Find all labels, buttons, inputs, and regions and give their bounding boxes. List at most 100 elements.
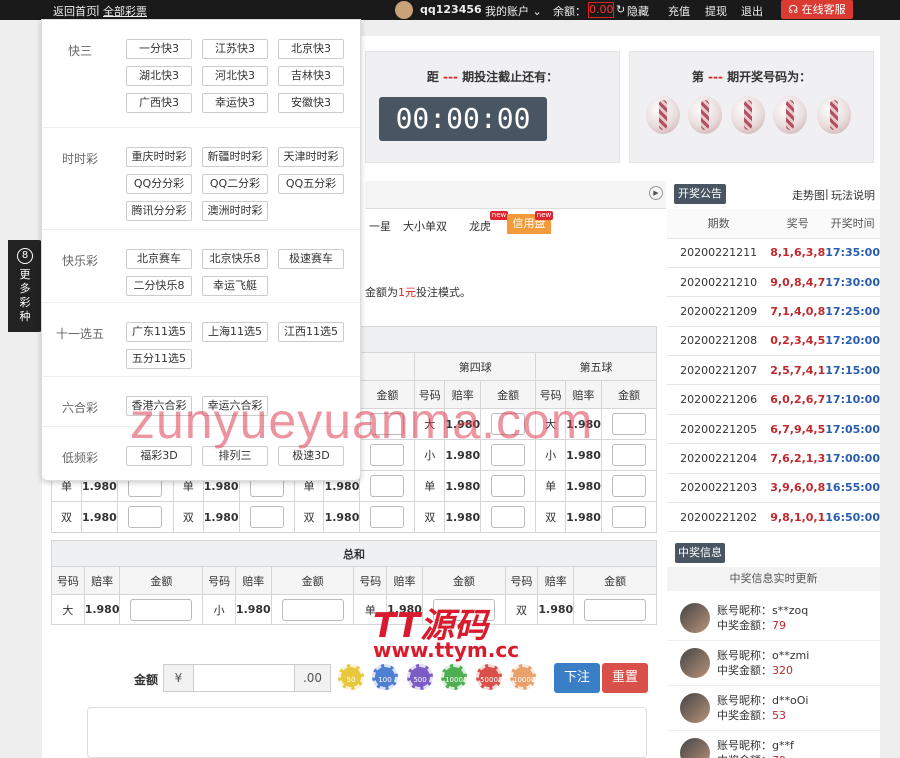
chip-100[interactable]: 100 xyxy=(372,664,398,690)
winner-amount: 53 xyxy=(772,709,786,722)
lottery-game-button[interactable]: 吉林快3 xyxy=(278,66,344,86)
play-circle-icon[interactable]: ▶ xyxy=(649,186,663,200)
lottery-game-button[interactable]: 腾讯分分彩 xyxy=(126,201,192,221)
chip-500[interactable]: 500 xyxy=(407,664,433,690)
amount-input[interactable] xyxy=(195,665,294,691)
hide-balance-button[interactable]: 隐藏 xyxy=(627,3,649,19)
lottery-game-button[interactable]: QQ分分彩 xyxy=(126,174,192,194)
lottery-game-button[interactable]: 天津时时彩 xyxy=(278,147,344,167)
winner-nick-line: 账号昵称：g**f xyxy=(717,737,794,753)
bet-option: 双 xyxy=(535,501,567,533)
chevron-down-icon: ⌄ xyxy=(532,5,542,18)
bet-amount-input[interactable] xyxy=(128,506,163,528)
tab-big-small-odd-even[interactable]: 大小单双 xyxy=(403,218,447,234)
lottery-game-button[interactable]: QQ二分彩 xyxy=(202,174,268,194)
odds-value: 1.980 xyxy=(202,501,240,533)
col-odds: 赔率 xyxy=(537,566,575,595)
bet-amount-input[interactable] xyxy=(491,475,526,497)
winner-nick-line: 账号昵称：s**zoq xyxy=(717,602,808,618)
new-badge: new xyxy=(490,211,508,220)
bet-amount-input[interactable] xyxy=(612,444,646,466)
online-service-button[interactable]: ☊ 在线客服 xyxy=(781,0,853,19)
chip-50[interactable]: 50 xyxy=(338,664,364,690)
logout-link[interactable]: 退出 xyxy=(741,3,763,19)
winner-avatar xyxy=(680,693,710,723)
trend-link[interactable]: 走势图 xyxy=(792,187,825,203)
balance-label: 余额： xyxy=(553,5,586,18)
amount-label: 中奖金额： xyxy=(717,754,772,758)
bet-amount-input[interactable] xyxy=(370,475,405,497)
bet-amount-input[interactable] xyxy=(612,413,646,435)
more-lottery-side-tab[interactable]: 8 更多彩种 xyxy=(8,240,42,332)
history-issue: 20200221208 xyxy=(667,326,771,357)
submit-bet-button[interactable]: 下注 xyxy=(554,663,600,693)
bet-amount-input[interactable] xyxy=(612,475,646,497)
lottery-game-button[interactable]: 河北快3 xyxy=(202,66,268,86)
history-issue: 20200221209 xyxy=(667,296,771,327)
tab-dragon-tiger[interactable]: 龙虎 xyxy=(469,218,491,234)
lottery-game-button[interactable]: 北京赛车 xyxy=(126,249,192,269)
lottery-game-button[interactable]: 五分11选5 xyxy=(126,349,192,369)
sum-option: 小 xyxy=(202,594,236,625)
tab-one-star[interactable]: 一星 xyxy=(369,218,391,234)
lottery-game-button[interactable]: 新疆时时彩 xyxy=(202,147,268,167)
recharge-link[interactable]: 充值 xyxy=(668,3,690,19)
winner-nick: g**f xyxy=(772,739,794,752)
lottery-game-button[interactable]: 北京快乐8 xyxy=(202,249,268,269)
lottery-game-button[interactable]: 幸运飞艇 xyxy=(202,276,268,296)
history-time: 17:20:00 xyxy=(825,326,880,357)
lottery-game-button[interactable]: 安徽快3 xyxy=(278,93,344,113)
history-time: 17:10:00 xyxy=(825,384,880,415)
lottery-game-button[interactable]: 江苏快3 xyxy=(202,39,268,59)
my-account-menu[interactable]: 我的账户 ⌄ xyxy=(485,3,542,19)
winner-amount-line: 中奖金额：320 xyxy=(717,662,793,678)
lottery-game-button[interactable]: 上海11选5 xyxy=(202,322,268,342)
withdraw-link[interactable]: 提现 xyxy=(705,3,727,19)
reset-button[interactable]: 重置 xyxy=(602,663,648,693)
chip-5000[interactable]: 5000 xyxy=(476,664,502,690)
lottery-game-button[interactable]: 重庆时时彩 xyxy=(126,147,192,167)
odds-value: 1.980 xyxy=(83,594,121,625)
odds-value: 1.980 xyxy=(234,594,272,625)
watermark-logo: TT源码 www.ttym.cc xyxy=(373,598,533,662)
lottery-game-button[interactable]: 北京快3 xyxy=(278,39,344,59)
winner-nick-line: 账号昵称：d**oOi xyxy=(717,692,808,708)
lottery-game-button[interactable]: 湖北快3 xyxy=(126,66,192,86)
nick-label: 账号昵称： xyxy=(717,649,772,662)
lottery-game-button[interactable]: 二分快乐8 xyxy=(126,276,192,296)
lottery-game-button[interactable]: 极速赛车 xyxy=(278,249,344,269)
history-row: 20200221209 7,1,4,0,8 17:25:00 xyxy=(667,296,880,327)
rules-link[interactable]: 玩法说明 xyxy=(831,187,875,203)
bet-amount-input[interactable] xyxy=(370,506,405,528)
lottery-game-button[interactable]: 一分快3 xyxy=(126,39,192,59)
lottery-game-button[interactable]: 广东11选5 xyxy=(126,322,192,342)
lottery-game-button[interactable]: 幸运快3 xyxy=(202,93,268,113)
chip-1000[interactable]: 1000 xyxy=(441,664,467,690)
bet-notes-textarea[interactable] xyxy=(87,707,647,758)
refresh-icon[interactable]: ↻ xyxy=(616,3,625,16)
lottery-game-button[interactable]: QQ五分彩 xyxy=(278,174,344,194)
sum-amount-input[interactable] xyxy=(281,598,344,621)
all-lottery-link[interactable]: 全部彩票 xyxy=(103,3,147,19)
bet-option: 双 xyxy=(293,501,325,533)
tab-announcement[interactable]: 开奖公告 xyxy=(674,184,726,204)
lottery-game-button[interactable]: 澳洲时时彩 xyxy=(202,201,268,221)
home-link[interactable]: 返回首页 xyxy=(53,3,97,19)
history-row: 20200221207 2,5,7,4,1 17:15:00 xyxy=(667,355,880,386)
chip-10000[interactable]: 10000 xyxy=(510,664,536,690)
history-time: 16:55:00 xyxy=(825,473,880,504)
history-row: 20200221204 7,6,2,1,3 17:00:00 xyxy=(667,443,880,474)
winner-avatar xyxy=(680,648,710,678)
lottery-game-button[interactable]: 江西11选5 xyxy=(278,322,344,342)
hint-text-a: 金额为 xyxy=(365,286,398,299)
winner-amount-line: 中奖金额：79 xyxy=(717,752,786,758)
lottery-game-button[interactable]: 广西快3 xyxy=(126,93,192,113)
bet-amount-input[interactable] xyxy=(612,506,646,528)
currency-symbol: ¥ xyxy=(164,665,194,691)
lottery-ball-icon xyxy=(773,96,807,134)
bet-amount-input[interactable] xyxy=(249,506,284,528)
sum-amount-input[interactable] xyxy=(130,598,193,621)
decimal-suffix: .00 xyxy=(294,665,330,691)
bet-amount-input[interactable] xyxy=(491,506,526,528)
sum-amount-input[interactable] xyxy=(584,598,647,621)
